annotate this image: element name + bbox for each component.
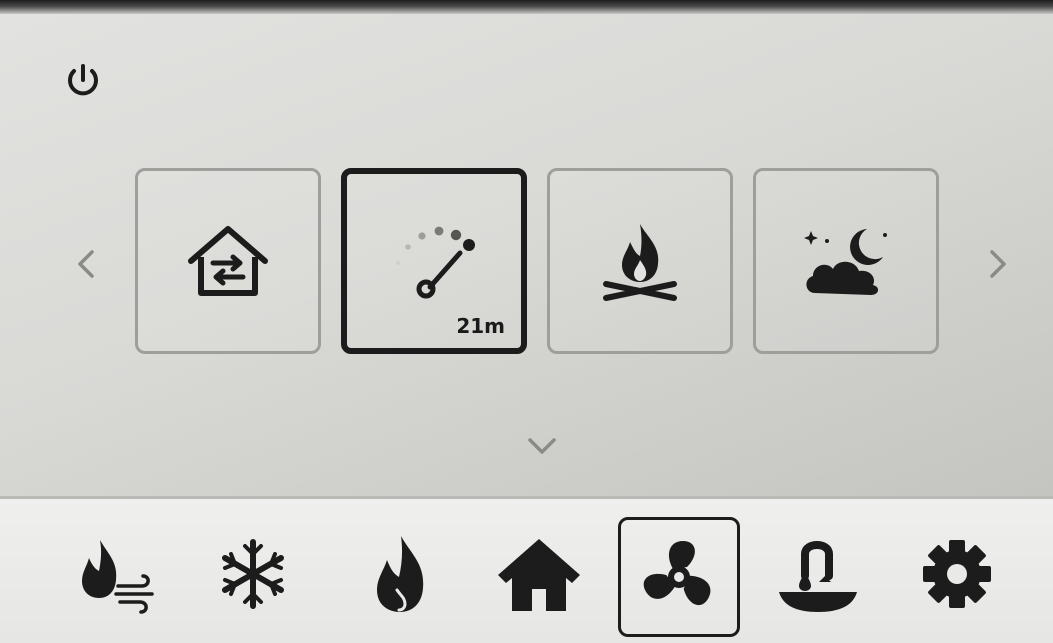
mode-tile-night[interactable] bbox=[753, 168, 939, 354]
snowflake-icon bbox=[222, 539, 284, 609]
nav-item-cooling[interactable] bbox=[192, 512, 314, 636]
night-cloud-moon-icon bbox=[804, 229, 887, 295]
nav-item-heating[interactable] bbox=[339, 512, 461, 636]
boost-timer-badge: 21m bbox=[456, 314, 505, 338]
expand-button[interactable] bbox=[520, 428, 564, 462]
carousel-next-button[interactable] bbox=[980, 244, 1014, 284]
nav-item-hot-water[interactable] bbox=[757, 512, 879, 636]
home-exchange-icon bbox=[188, 226, 268, 296]
campfire-icon bbox=[603, 224, 677, 301]
nav-item-settings[interactable] bbox=[896, 512, 1018, 636]
faucet-basin-icon bbox=[779, 541, 857, 612]
nav-item-ventilation[interactable] bbox=[618, 517, 740, 637]
home-icon bbox=[498, 539, 580, 611]
nav-item-home[interactable] bbox=[478, 512, 600, 636]
chevron-left-icon bbox=[78, 250, 94, 278]
carousel-prev-button[interactable] bbox=[70, 244, 104, 284]
speed-gauge-icon bbox=[396, 226, 475, 299]
gear-icon bbox=[923, 540, 991, 608]
power-icon bbox=[68, 64, 98, 96]
flame-icon bbox=[377, 536, 424, 612]
chevron-down-icon bbox=[528, 438, 556, 454]
fan-icon bbox=[643, 541, 711, 606]
power-button[interactable] bbox=[62, 60, 104, 102]
chevron-right-icon bbox=[990, 250, 1006, 278]
mode-tile-boost[interactable]: 21m bbox=[341, 168, 527, 354]
nav-item-heating-ventilation[interactable] bbox=[56, 512, 178, 636]
flame-wind-icon bbox=[82, 540, 154, 614]
mode-tile-home-exchange[interactable] bbox=[135, 168, 321, 354]
mode-tile-fireplace[interactable] bbox=[547, 168, 733, 354]
